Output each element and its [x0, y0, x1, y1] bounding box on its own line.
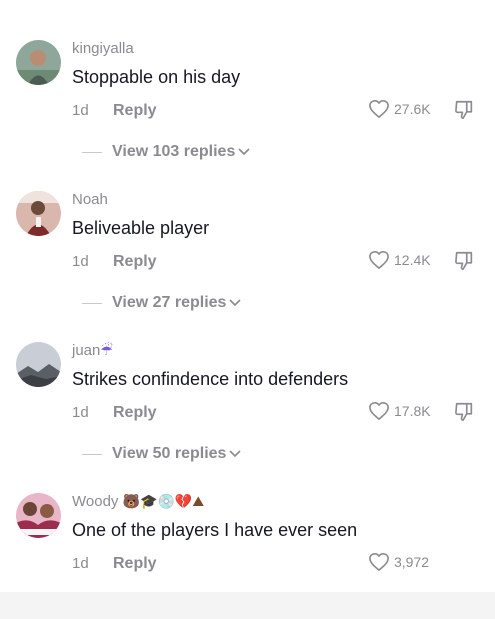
comment-username[interactable]: kingiyalla — [72, 40, 134, 58]
reply-button[interactable]: Reply — [113, 253, 157, 271]
like-button[interactable]: 12.4K — [368, 250, 431, 270]
reply-button[interactable]: Reply — [113, 404, 157, 422]
like-button[interactable]: 27.6K — [368, 99, 431, 119]
avatar-image — [16, 40, 61, 85]
chevron-down-icon — [229, 450, 242, 458]
dislike-button[interactable] — [453, 99, 475, 121]
view-replies-button[interactable]: View 27 replies — [82, 294, 242, 312]
bottom-edge — [0, 592, 495, 619]
username-emojis: 🐻🎓💿💔⛰ — [122, 494, 205, 510]
heart-outline-icon — [369, 402, 389, 420]
comment-username[interactable]: Woody 🐻🎓💿💔⛰ — [72, 493, 204, 511]
comment-username[interactable]: Noah — [72, 191, 108, 209]
comment-age: 1d — [72, 102, 89, 119]
chevron-down-icon — [229, 299, 242, 307]
comment-age: 1d — [72, 555, 89, 572]
thumbs-down-icon — [455, 251, 473, 271]
view-replies-label: View 103 replies — [112, 143, 236, 160]
view-replies-label: View 27 replies — [112, 294, 227, 311]
reply-button[interactable]: Reply — [113, 555, 157, 573]
divider-line — [82, 151, 102, 153]
username-emojis: ☔ — [100, 343, 113, 359]
avatar[interactable] — [16, 40, 61, 85]
avatar-image — [16, 342, 61, 387]
like-button[interactable]: 3,972 — [368, 552, 429, 572]
view-replies-button[interactable]: View 103 replies — [82, 143, 250, 161]
comment-text: Stoppable on his day — [72, 67, 241, 87]
thumbs-down-icon — [455, 100, 473, 120]
comment-text: Strikes confindence into defenders — [72, 369, 349, 389]
chevron-down-icon — [238, 148, 250, 156]
like-count: 12.4K — [394, 252, 431, 268]
like-count: 3,972 — [394, 554, 430, 570]
reply-button[interactable]: Reply — [113, 102, 157, 120]
avatar[interactable] — [16, 493, 61, 538]
heart-outline-icon — [369, 553, 389, 571]
like-button[interactable]: 17.8K — [368, 401, 431, 421]
comment-age: 1d — [72, 253, 89, 270]
comment-text: Beliveable player — [72, 218, 210, 238]
comment-age: 1d — [72, 404, 89, 421]
dislike-button[interactable] — [453, 250, 475, 272]
heart-outline-icon — [369, 251, 389, 269]
view-replies-button[interactable]: View 50 replies — [82, 445, 242, 463]
heart-outline-icon — [369, 100, 389, 118]
divider-line — [82, 453, 102, 455]
avatar-image — [16, 191, 61, 236]
thumbs-down-icon — [455, 402, 473, 422]
avatar[interactable] — [16, 191, 61, 236]
avatar[interactable] — [16, 342, 61, 387]
comment-username[interactable]: juan☔ — [72, 342, 113, 360]
view-replies-label: View 50 replies — [112, 445, 227, 462]
comment-text: One of the players I have ever seen — [72, 520, 358, 540]
dislike-button[interactable] — [453, 401, 475, 423]
avatar-image — [16, 493, 61, 538]
like-count: 27.6K — [394, 101, 431, 117]
like-count: 17.8K — [394, 403, 431, 419]
divider-line — [82, 302, 102, 304]
